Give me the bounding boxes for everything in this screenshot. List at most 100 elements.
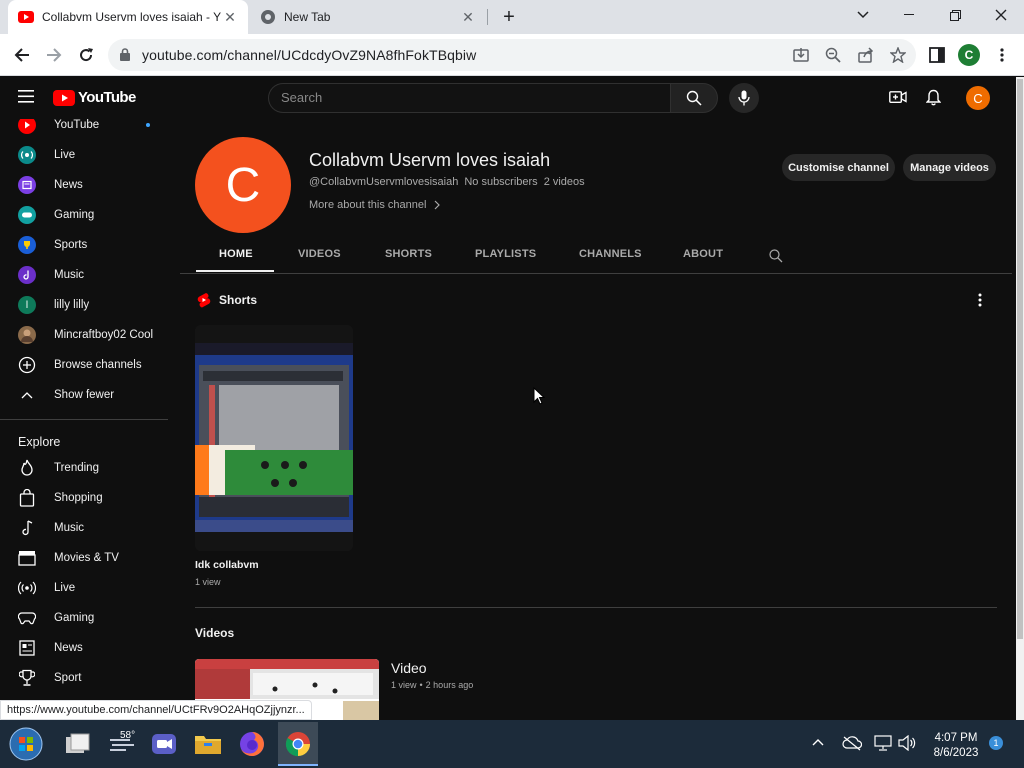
mouse-cursor-icon [533,387,545,405]
sidebar-item-show-fewer[interactable]: Show fewer [0,380,168,410]
sidebar-item-news-explore[interactable]: News [0,633,168,663]
search-icon [686,90,702,106]
task-view-icon[interactable] [60,726,96,762]
share-icon[interactable] [855,44,877,66]
sidebar-item-youtube[interactable]: YouTube [0,119,168,140]
sidebar-item-sports[interactable]: Sports [0,230,168,260]
sidebar-item-movies-tv[interactable]: Movies & TV [0,543,168,573]
search-button[interactable] [670,83,718,113]
zoom-icon[interactable] [822,44,844,66]
taskbar-clock[interactable]: 4:07 PM 8/6/2023 [924,731,988,761]
file-explorer-icon[interactable] [190,726,226,762]
sidebar-item-mincraftboy02[interactable]: Mincraftboy02 Cool [0,320,168,350]
sports-channel-icon [18,236,36,254]
live-icon [18,579,36,597]
voice-search-button[interactable] [729,83,759,113]
start-button-icon[interactable] [8,726,44,762]
music-note-icon [18,519,36,537]
sidebar-item-browse-channels[interactable]: Browse channels [0,350,168,380]
volume-icon[interactable] [898,735,916,751]
firefox-icon[interactable] [234,726,270,762]
more-about-label: More about this channel [309,199,427,211]
tab-home[interactable]: HOME [219,248,253,272]
section-menu-icon[interactable] [978,293,982,307]
close-window-icon[interactable] [978,0,1024,30]
search-input[interactable] [281,90,661,105]
sidebar-item-label: lilly lilly [54,299,90,311]
forward-icon[interactable] [42,43,66,67]
tab-shorts[interactable]: SHORTS [385,248,432,272]
show-hidden-icons-icon[interactable] [812,738,824,746]
clapperboard-icon [18,549,36,567]
sidebar-item-label: News [54,179,83,191]
side-panel-icon[interactable] [926,44,948,66]
short-title[interactable]: Idk collabvm [195,559,259,571]
chevron-up-icon [18,386,36,404]
sidebar-item-sport[interactable]: Sport [0,663,168,693]
channel-handle: @CollabvmUservmlovesisaiah [309,176,459,188]
browser-profile-avatar[interactable]: C [958,44,980,66]
video-views: 1 view [391,680,417,690]
chrome-icon[interactable] [280,726,316,762]
tab-channels[interactable]: CHANNELS [579,248,642,272]
video-age: 2 hours ago [425,680,474,690]
sidebar-item-music-explore[interactable]: Music [0,513,168,543]
bookmark-star-icon[interactable] [887,44,909,66]
minimize-icon[interactable] [886,0,932,30]
weather-temperature[interactable]: 58° [120,730,135,741]
notification-center-badge[interactable]: 1 [989,736,1003,750]
more-about-channel-link[interactable]: More about this channel [309,199,441,211]
user-avatar-icon [18,326,36,344]
sidebar-item-lilly-lilly[interactable]: l lilly lilly [0,290,168,320]
account-avatar[interactable]: C [966,86,990,110]
browser-tab-new-tab[interactable]: New Tab ✕ [250,0,486,34]
scrollbar-thumb[interactable] [1017,79,1023,639]
tab-about[interactable]: ABOUT [683,248,723,272]
short-thumbnail[interactable] [195,325,353,551]
shorts-section-title: Shorts [219,293,258,307]
hamburger-menu-icon[interactable] [18,90,34,103]
tab-search-icon[interactable] [840,0,886,30]
sidebar-item-shopping[interactable]: Shopping [0,483,168,513]
manage-videos-button[interactable]: Manage videos [903,154,996,181]
sidebar-item-music[interactable]: Music [0,260,168,290]
close-tab-icon[interactable]: ✕ [222,9,238,25]
browser-menu-icon[interactable] [991,44,1013,66]
tab-videos[interactable]: VIDEOS [298,248,341,272]
create-video-icon[interactable] [889,90,907,104]
channel-search-icon[interactable] [769,249,783,263]
new-tab-icon[interactable]: + [498,6,520,28]
tab-title: Collabvm Uservm loves isaiah - Y [42,10,222,24]
music-channel-icon [18,266,36,284]
tab-playlists[interactable]: PLAYLISTS [475,248,536,272]
section-divider [195,607,997,608]
customise-channel-button[interactable]: Customise channel [782,154,895,181]
explore-heading: Explore [18,435,61,449]
youtube-logo-text: YouTube [78,89,136,106]
search-box[interactable] [268,83,670,113]
url-text[interactable]: youtube.com/channel/UCdcdyOvZ9NA8fhFokTB… [142,47,476,63]
network-icon[interactable] [874,735,892,751]
sidebar-item-label: News [54,642,83,654]
sidebar-item-gaming[interactable]: Gaming [0,200,168,230]
browser-tab-youtube[interactable]: Collabvm Uservm loves isaiah - Y ✕ [8,0,248,34]
sidebar-item-live[interactable]: Live [0,140,168,170]
sidebar-item-trending[interactable]: Trending [0,453,168,483]
restore-icon[interactable] [932,0,978,30]
install-icon[interactable] [790,44,812,66]
video-call-app-icon[interactable] [146,726,182,762]
lock-icon[interactable] [120,48,130,61]
shopping-icon [18,489,36,507]
video-title[interactable]: Video [391,660,427,676]
sidebar-item-live-explore[interactable]: Live [0,573,168,603]
video-meta: 1 view • 2 hours ago [391,680,473,690]
sidebar-item-news[interactable]: News [0,170,168,200]
close-tab-icon[interactable]: ✕ [460,9,476,25]
reload-icon[interactable] [74,43,98,67]
onedrive-offline-icon[interactable] [842,735,862,751]
back-icon[interactable] [10,43,34,67]
youtube-logo[interactable]: YouTube [53,89,136,106]
sidebar-item-gaming-explore[interactable]: Gaming [0,603,168,633]
notifications-bell-icon[interactable] [926,89,941,106]
sidebar-item-label: Sport [54,672,82,684]
